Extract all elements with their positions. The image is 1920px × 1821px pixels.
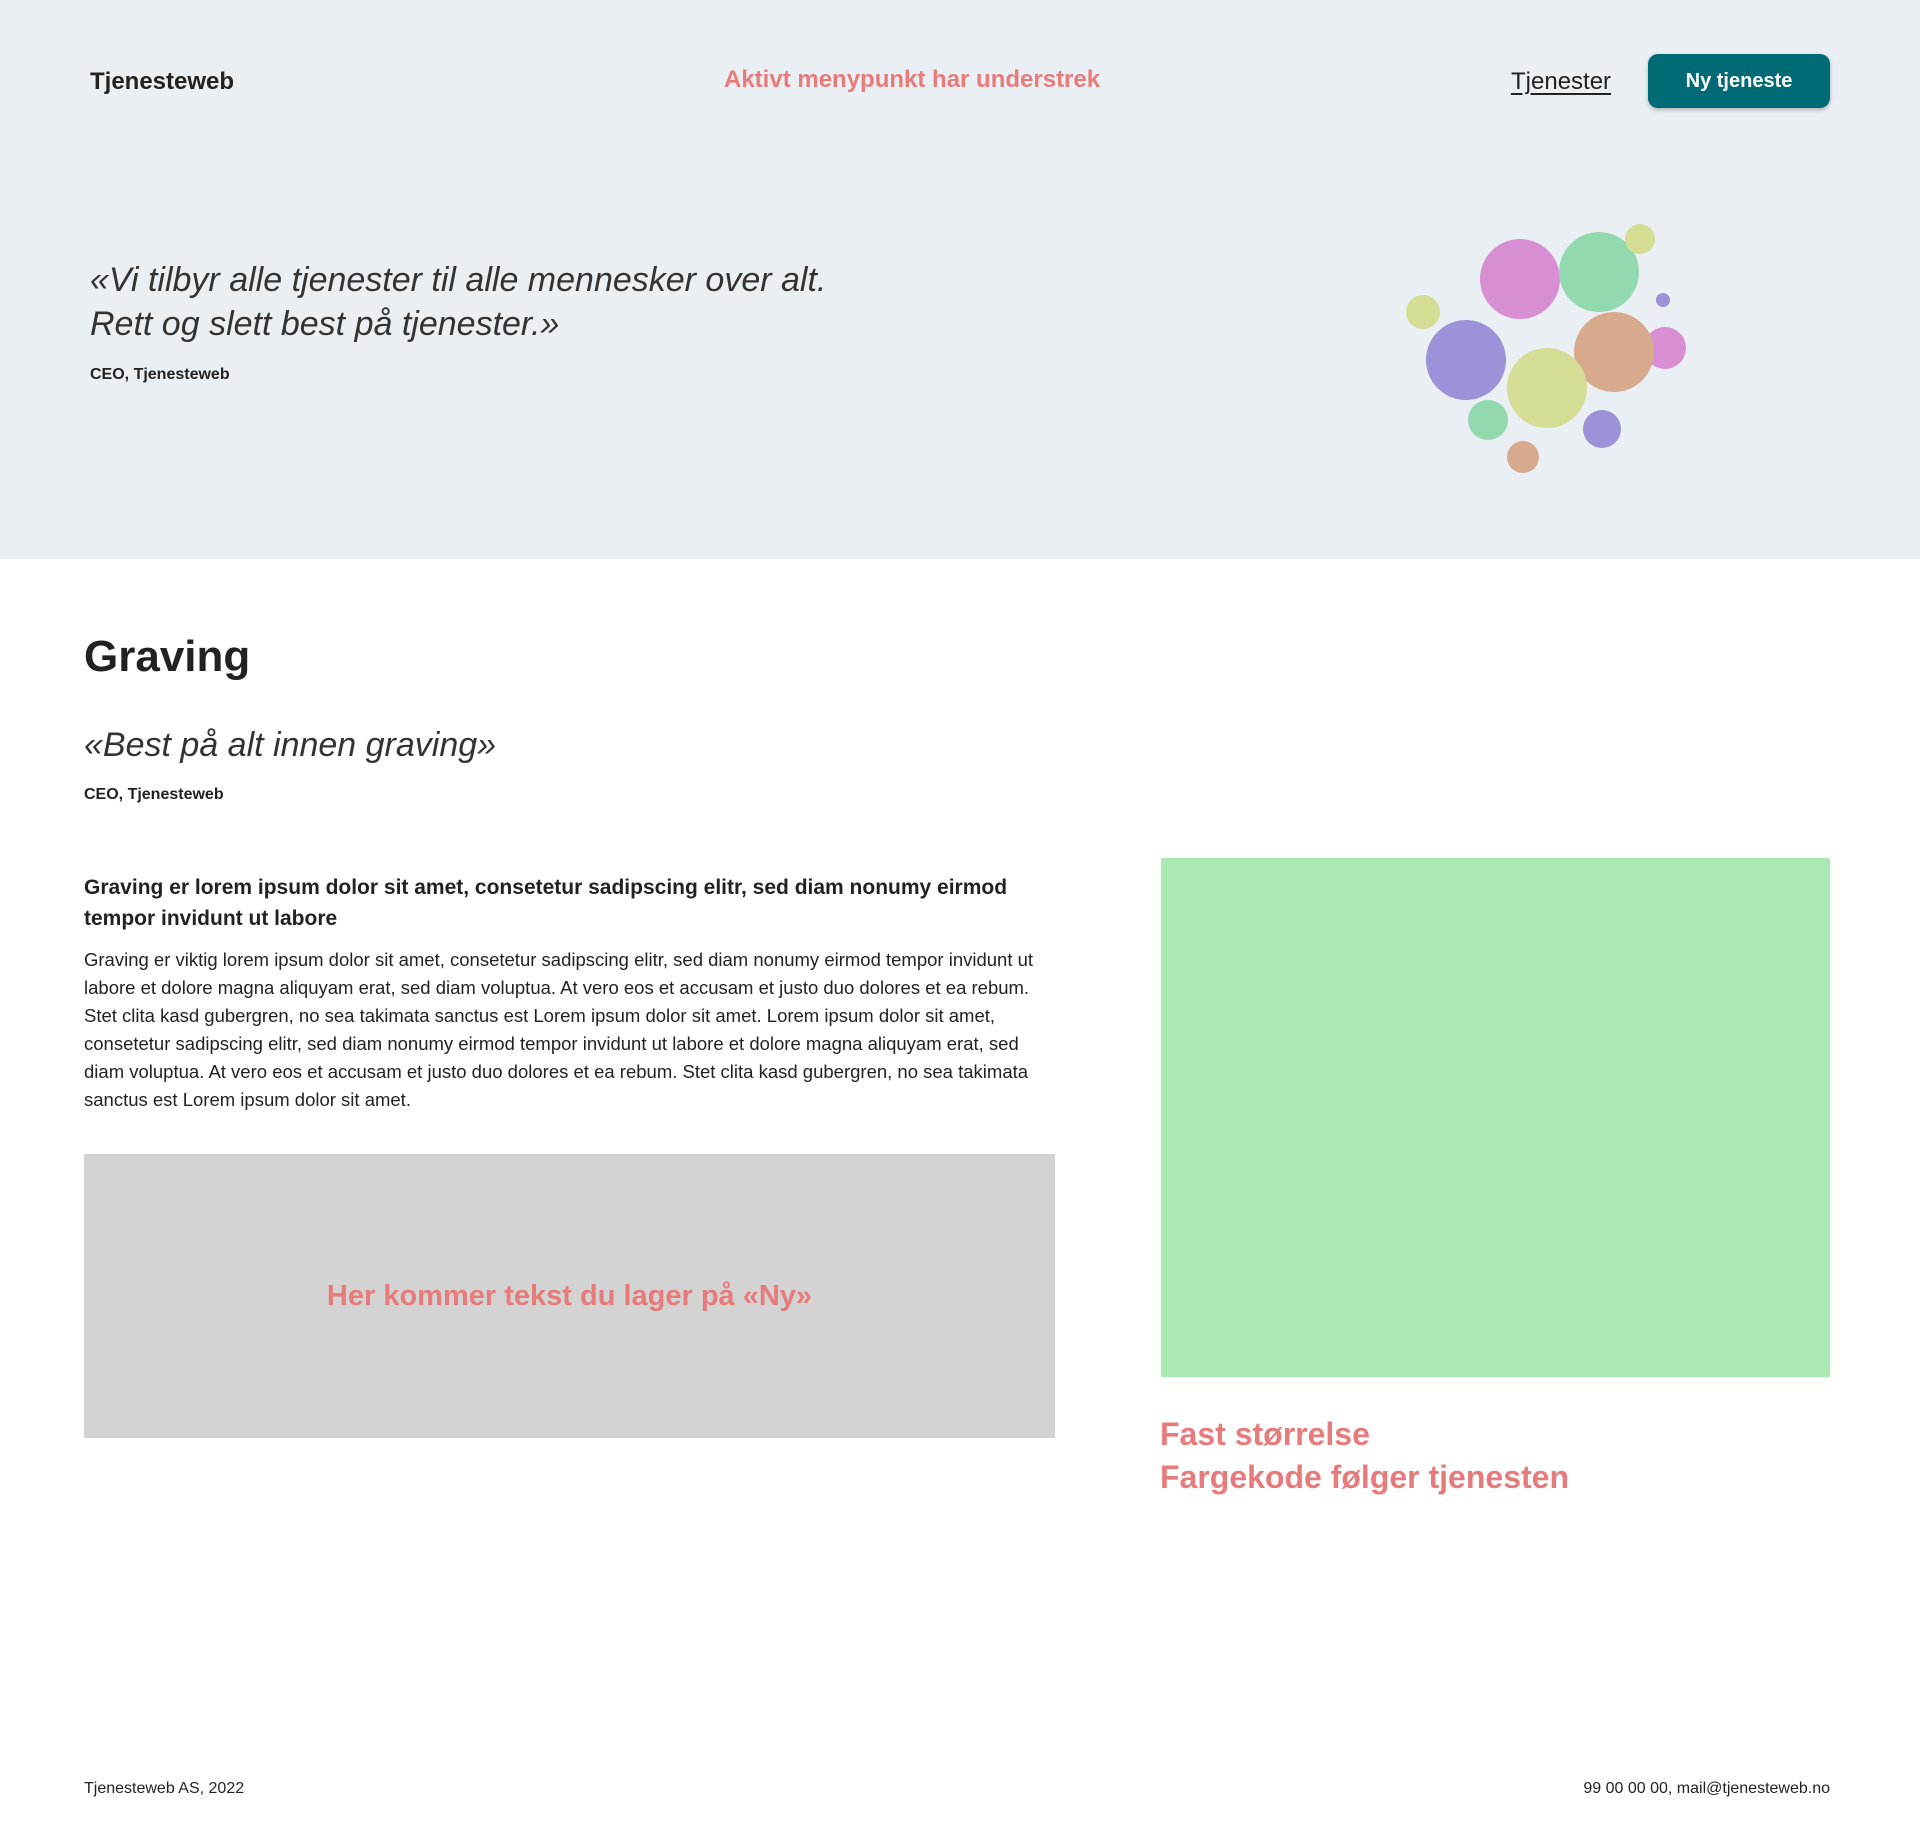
bubble [1583,410,1621,448]
bubble [1426,320,1506,400]
footer-contact[interactable]: 99 00 00 00, mail@tjenesteweb.no [1583,1780,1830,1798]
new-service-button[interactable]: Ny tjeneste [1648,54,1830,108]
brand-logo[interactable]: Tjenesteweb [90,68,234,96]
placeholder-annotation: Her kommer tekst du lager på «Ny» [326,1279,813,1312]
lead-text: Graving er lorem ipsum dolor sit amet, c… [84,876,1008,930]
service-quote: «Best på alt innen graving» [84,726,497,764]
image-note: Fast størrelse [1160,1416,1370,1452]
bubble [1507,348,1587,428]
hero-section: Tjenesteweb Aktivt menypunkt har underst… [0,0,1920,559]
text-placeholder-box: Her kommer tekst du lager på «Ny» [84,1154,1055,1438]
bubble [1406,295,1440,329]
image-note: Fargekode følger tjenesten [1160,1459,1569,1495]
hero-quote: «Vi tilbyr alle tjenester til alle menne… [90,261,827,343]
hero-attribution: CEO, Tjenesteweb [90,366,230,383]
footer-copyright: Tjenesteweb AS, 2022 [84,1780,245,1797]
nav-link-tjenester[interactable]: Tjenester [1511,68,1611,96]
bubble [1468,400,1508,440]
service-attribution: CEO, Tjenesteweb [84,786,224,803]
bubbles-illustration [1406,224,1686,473]
bubble [1507,441,1539,473]
service-image [1161,858,1830,1377]
bubble [1656,293,1670,307]
body-text: Graving er viktig lorem ipsum dolor sit … [84,949,1034,1110]
bubble [1625,224,1655,254]
bubble [1480,239,1560,319]
nav-annotation: Aktivt menypunkt har understrek [724,66,1101,93]
image-notes: Fast størrelse Fargekode følger tjeneste… [1160,1413,1569,1499]
page-title: Graving [84,632,251,681]
